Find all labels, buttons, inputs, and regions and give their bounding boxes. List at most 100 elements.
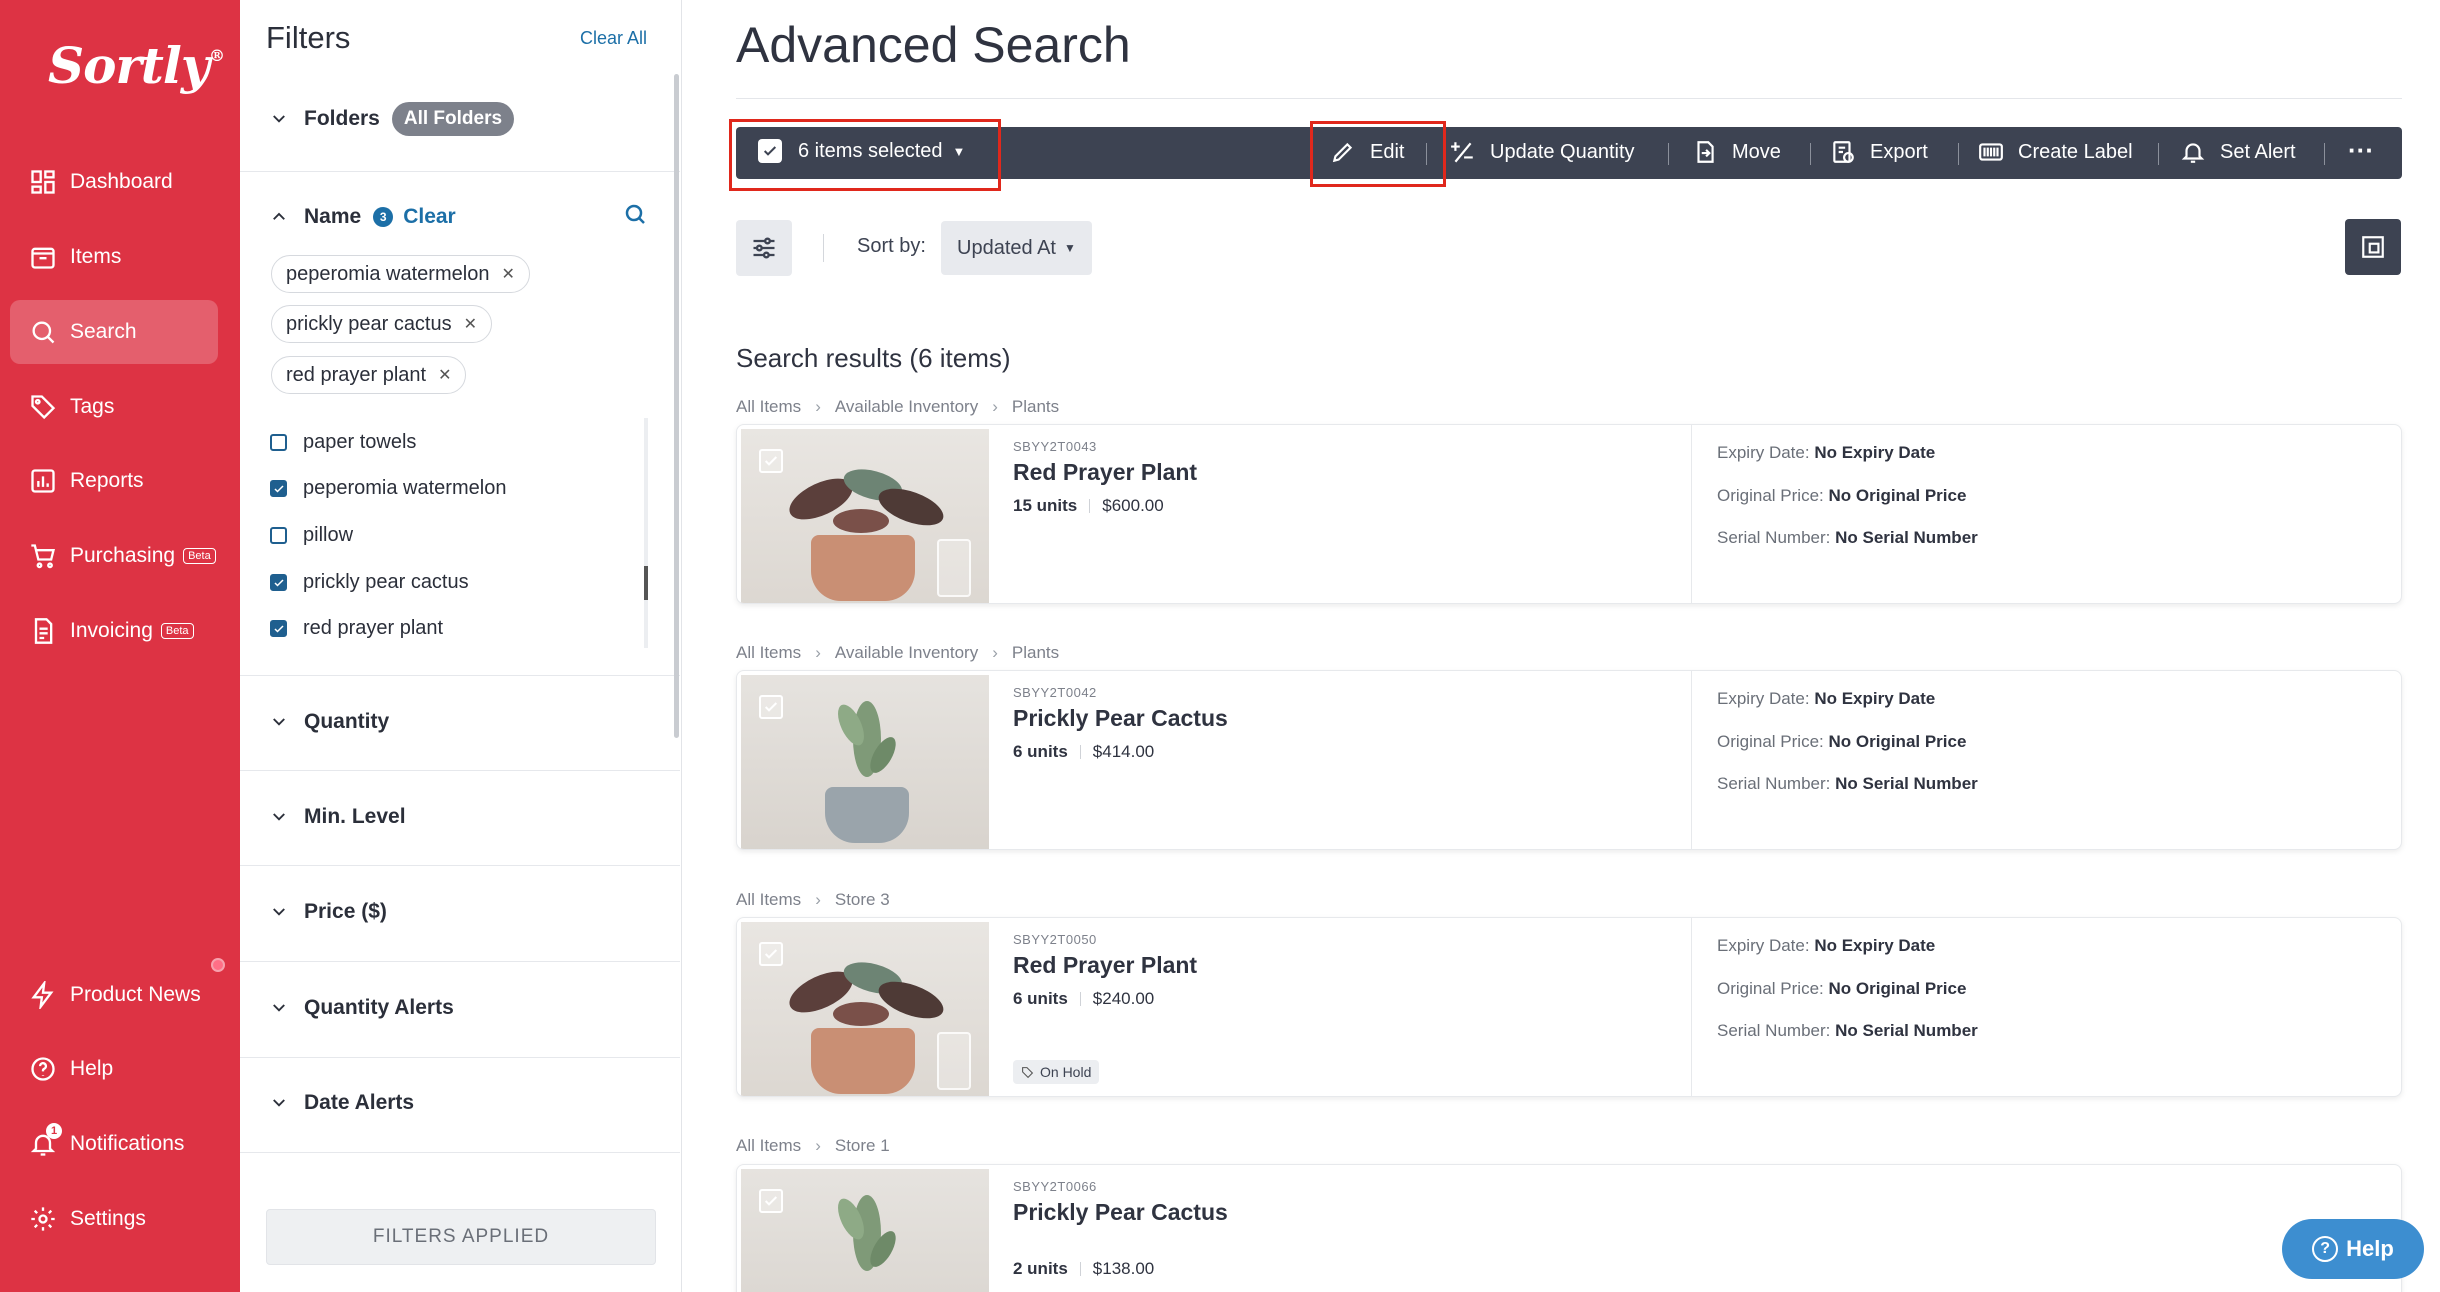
filter-settings-button[interactable] — [736, 220, 792, 276]
lightning-icon — [28, 980, 58, 1010]
move-button[interactable]: Move — [1692, 139, 1781, 165]
item-quantity: 6 units $414.00 — [1013, 742, 1155, 761]
breadcrumb: All Items › Available Inventory › Plants — [736, 643, 1060, 662]
item-name[interactable]: Red Prayer Plant — [1013, 952, 1197, 979]
nav-product-news[interactable]: Product News — [10, 963, 218, 1027]
plant-leaves — [789, 962, 944, 1026]
help-icon — [28, 1054, 58, 1084]
update-quantity-button[interactable]: Update Quantity — [1450, 139, 1635, 165]
reports-icon — [28, 466, 58, 496]
item-sku: SBYY2T0050 — [1013, 932, 1097, 947]
set-alert-button[interactable]: Set Alert — [2180, 139, 2296, 165]
chevron-down-icon — [273, 1004, 285, 1012]
cactus-pads — [838, 1195, 896, 1271]
toolbar-separator — [1810, 143, 1811, 165]
nav-reports[interactable]: Reports — [10, 449, 218, 513]
item-card[interactable]: SBYY2T0050 Red Prayer Plant 6 units $240.… — [736, 917, 2402, 1097]
cactus-pads — [838, 701, 896, 777]
min-level-toggle[interactable]: Min. Level — [270, 805, 406, 829]
plant-pot — [811, 1028, 915, 1094]
chevron-down-icon — [273, 1099, 285, 1107]
divider — [823, 234, 824, 262]
divider — [1691, 425, 1692, 603]
invoice-icon — [28, 616, 58, 646]
nav-settings[interactable]: Settings — [10, 1187, 218, 1251]
page-title: Advanced Search — [736, 17, 1131, 73]
nav-dashboard-label: Dashboard — [70, 170, 173, 193]
nav-notifications[interactable]: 1 Notifications — [10, 1112, 218, 1176]
create-label-button[interactable]: Create Label — [1978, 139, 2133, 165]
export-button[interactable]: Export — [1830, 139, 1928, 165]
toolbar-separator — [1958, 143, 1959, 165]
nav-purchasing[interactable]: Purchasing Beta — [10, 524, 218, 588]
question-icon: ? — [2312, 1236, 2339, 1262]
chevron-down-icon — [273, 115, 285, 123]
item-sku: SBYY2T0066 — [1013, 1179, 1097, 1194]
export-icon — [1833, 141, 1854, 163]
chevron-down-icon — [273, 908, 285, 916]
folders-section — [240, 0, 680, 172]
original-price: Original Price: No Original Price — [1717, 486, 1967, 505]
view-toggle-button[interactable] — [2345, 219, 2401, 275]
move-icon — [1697, 141, 1714, 163]
item-quantity: 6 units $240.00 — [1013, 989, 1155, 1008]
folders-toggle[interactable]: Folders All Folders — [270, 102, 515, 136]
toolbar-separator — [1668, 143, 1669, 165]
status-badge[interactable]: On Hold — [1013, 1060, 1100, 1084]
beta-badge: Beta — [183, 548, 216, 564]
nav-invoicing[interactable]: Invoicing Beta — [10, 599, 218, 663]
nav-dashboard[interactable]: Dashboard — [10, 150, 218, 214]
nav-notifications-label: Notifications — [70, 1132, 185, 1155]
more-actions-button[interactable]: ··· — [2348, 135, 2374, 166]
item-sku: SBYY2T0042 — [1013, 685, 1097, 700]
gear-icon — [28, 1204, 58, 1234]
all-folders-pill[interactable]: All Folders — [391, 102, 515, 136]
item-card[interactable]: SBYY2T0066 Prickly Pear Cactus 2 units $1… — [736, 1164, 2402, 1292]
notifications-count: 1 — [46, 1123, 62, 1139]
serial-number: Serial Number: No Serial Number — [1717, 528, 1978, 547]
item-name[interactable]: Red Prayer Plant — [1013, 459, 1197, 486]
item-checkbox[interactable] — [759, 449, 783, 473]
nav-purchasing-label: Purchasing — [70, 544, 176, 567]
item-name[interactable]: Prickly Pear Cactus — [1013, 1199, 1228, 1226]
item-photo[interactable] — [741, 1169, 989, 1292]
item-checkbox[interactable] — [759, 1189, 783, 1213]
item-checkbox[interactable] — [759, 942, 783, 966]
sort-dropdown[interactable]: Updated At ▼ — [941, 221, 1092, 275]
caret-down-icon: ▼ — [1063, 241, 1076, 255]
highlight-box-edit — [1310, 121, 1446, 187]
quantity-alerts-toggle[interactable]: Quantity Alerts — [270, 996, 454, 1020]
nav-reports-label: Reports — [70, 469, 144, 492]
item-name[interactable]: Prickly Pear Cactus — [1013, 705, 1228, 732]
toolbar-separator — [2324, 143, 2325, 165]
item-card[interactable]: SBYY2T0042 Prickly Pear Cactus 6 units $4… — [736, 670, 2402, 850]
help-chat-button[interactable]: ? Help — [2282, 1219, 2424, 1279]
sortly-logo[interactable]: Sortly® — [48, 36, 225, 95]
nav-help-label: Help — [70, 1057, 114, 1080]
nav-items[interactable]: Items — [10, 225, 218, 289]
nav-product-news-label: Product News — [70, 983, 201, 1006]
nav-items-label: Items — [70, 245, 122, 268]
original-price: Original Price: No Original Price — [1717, 979, 1967, 998]
plant-pot — [825, 787, 909, 843]
glass — [937, 539, 971, 597]
serial-number: Serial Number: No Serial Number — [1717, 774, 1978, 793]
divider — [1691, 671, 1692, 849]
gallery-view-icon — [2362, 236, 2384, 258]
expiry-date: Expiry Date: No Expiry Date — [1717, 936, 1936, 955]
date-alerts-toggle[interactable]: Date Alerts — [270, 1091, 414, 1115]
tag-icon — [28, 392, 58, 422]
nav-tags[interactable]: Tags — [10, 375, 218, 439]
nav-help[interactable]: Help — [10, 1037, 218, 1101]
quantity-toggle[interactable]: Quantity — [270, 710, 389, 734]
barcode-icon — [1979, 143, 2003, 161]
price-toggle[interactable]: Price ($) — [270, 900, 387, 924]
filters-applied-button[interactable]: FILTERS APPLIED — [266, 1209, 656, 1265]
filters-scrollbar[interactable] — [674, 74, 679, 738]
name-section — [240, 172, 680, 676]
nav-search[interactable]: Search — [10, 300, 218, 364]
filters-panel: Filters Clear All Folders All Folders Na… — [240, 0, 682, 1292]
item-card[interactable]: SBYY2T0043 Red Prayer Plant 15 units $600… — [736, 424, 2402, 604]
cart-icon — [28, 541, 58, 571]
item-checkbox[interactable] — [759, 695, 783, 719]
